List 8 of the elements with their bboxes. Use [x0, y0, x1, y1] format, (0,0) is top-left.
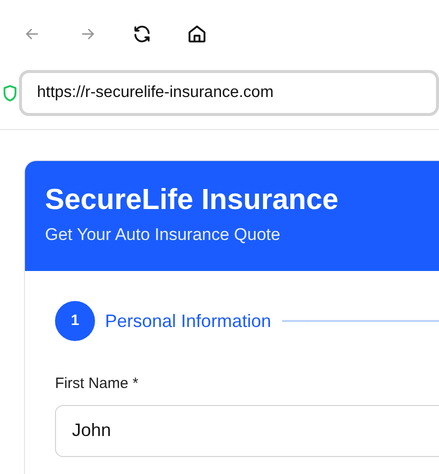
header-title: SecureLife Insurance	[45, 183, 340, 217]
field-label: First Name *	[55, 374, 138, 394]
header-subtitle: Get Your Auto Insurance Quote	[45, 224, 282, 246]
input-field[interactable]: John	[55, 404, 439, 456]
step-number: 1	[55, 301, 95, 341]
address-bar[interactable]: https://r-securelife-insurance.com	[19, 70, 439, 116]
url-text: https://r-securelife-insurance.com	[37, 83, 274, 103]
step-label: Personal Information	[105, 310, 272, 332]
